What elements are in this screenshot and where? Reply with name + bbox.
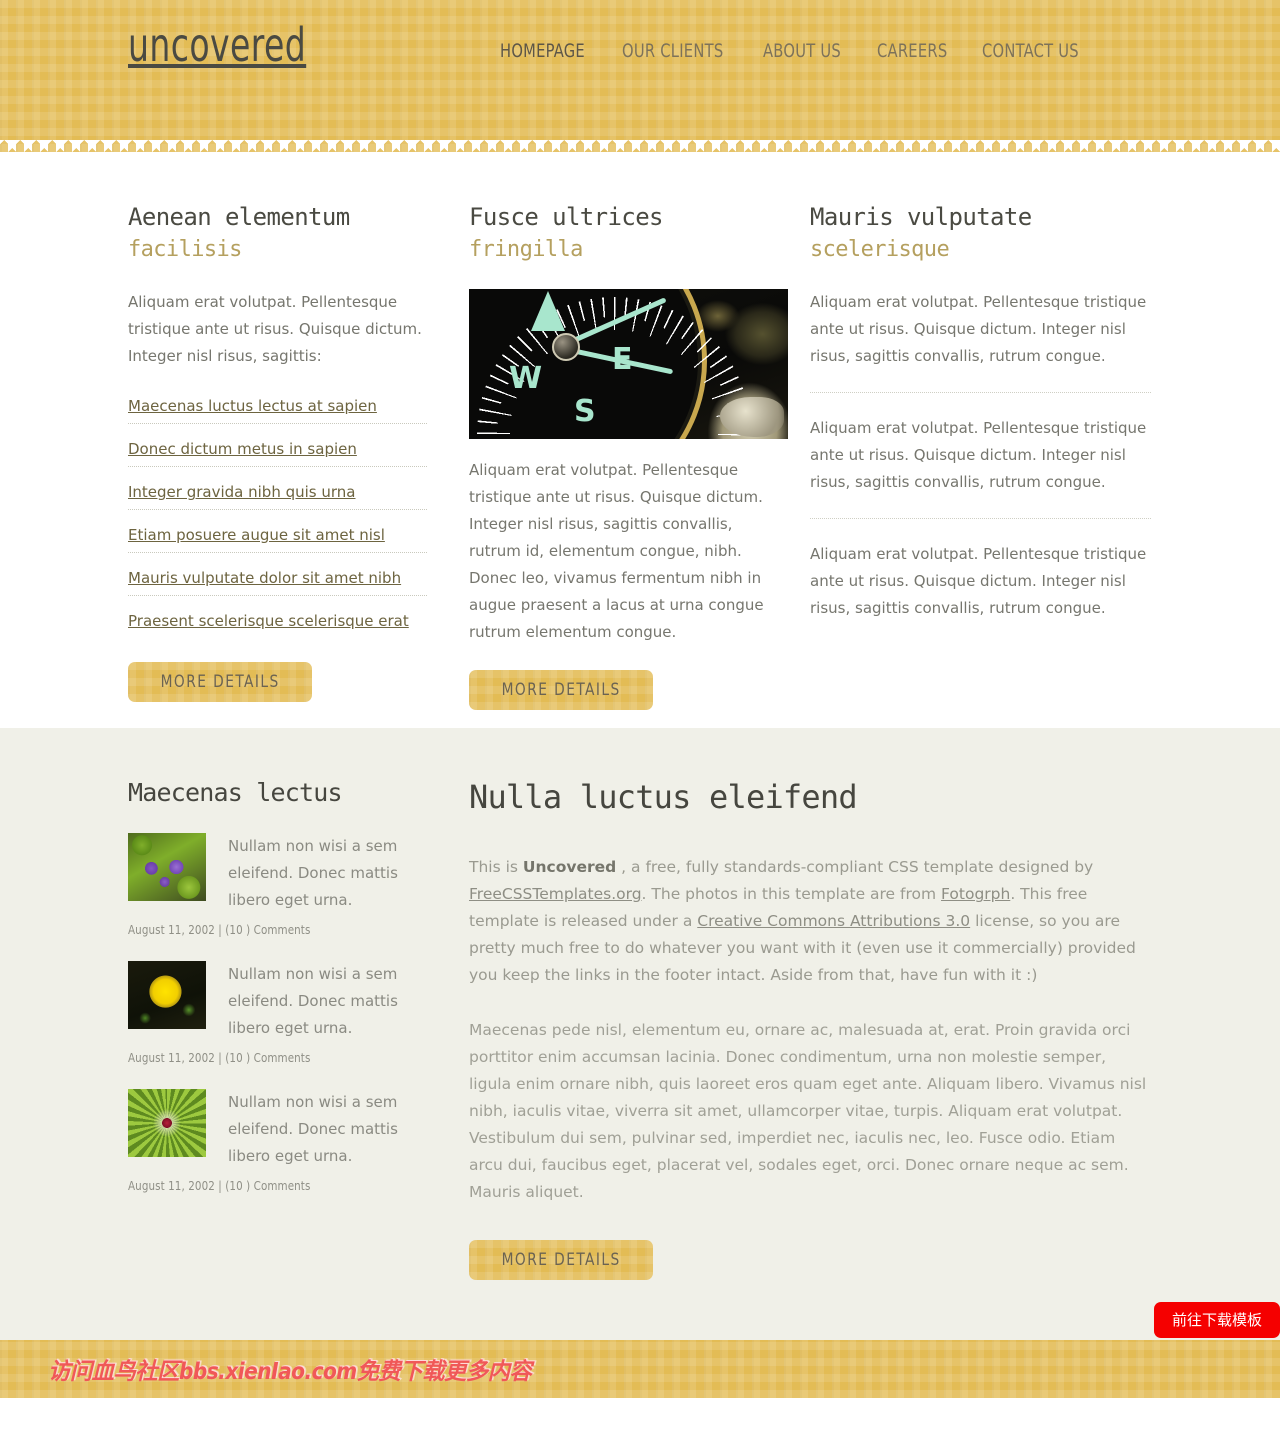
more-details-button-2[interactable]: MORE DETAILS	[469, 670, 653, 711]
nav-link-careers[interactable]: CAREERS	[877, 34, 947, 68]
column3-block: Aliquam erat volutpat. Pellentesque tris…	[810, 415, 1151, 520]
post-text: Nullam non wisi a sem eleifend. Donec ma…	[228, 965, 398, 1038]
fotogrph-link[interactable]: Fotogrph	[941, 885, 1010, 903]
list-item[interactable]: Praesent scelerisque scelerisque erat	[128, 609, 427, 638]
post-meta: August 11, 2002 | (10 ) Comments	[128, 922, 311, 938]
content-title: Nulla luctus eleifend	[469, 778, 858, 817]
column2-title: Fusce ultrices	[469, 203, 663, 231]
column1-title: Aenean elementum	[128, 203, 350, 231]
column3-text: Aliquam erat volutpat. Pellentesque tris…	[810, 419, 1147, 492]
list-item[interactable]: Integer gravida nibh quis urna	[128, 480, 427, 511]
lead-strong: Uncovered	[522, 858, 617, 877]
download-template-cta-button[interactable]: 前往下载模板	[1153, 1302, 1280, 1339]
content-paragraph: Maecenas pede nisl, elementum eu, ornare…	[469, 1021, 1147, 1202]
sidebar: Maecenas lectus Nullam non wisi a sem el…	[128, 778, 469, 1280]
compass-south-label: S	[574, 394, 596, 430]
footer-watermark-text: 访问血鸟社区bbs.xienIao.com免费下载更多内容	[48, 1359, 532, 1386]
column2-body: Aliquam erat volutpat. Pellentesque tris…	[469, 461, 764, 642]
nav-item-careers[interactable]: CAREERS	[877, 34, 959, 69]
more-details-button-3[interactable]: MORE DETAILS	[469, 1240, 653, 1281]
list-item[interactable]: Etiam posuere augue sit amet nisl	[128, 523, 427, 554]
compass-background-pebble	[720, 397, 784, 438]
zigzag-divider	[0, 140, 1280, 152]
lower-section: Maecenas lectus Nullam non wisi a sem el…	[0, 728, 1280, 1341]
content-lead: This is Uncovered , a free, fully standa…	[469, 854, 1152, 989]
list-item[interactable]: Mauris vulputate dolor sit amet nibh	[128, 566, 427, 597]
main-content: Nulla luctus eleifend This is Uncovered …	[469, 778, 1152, 1281]
nav-link-about-us[interactable]: ABOUT US	[763, 34, 841, 68]
list-item[interactable]: Maecenas luctus lectus at sapien	[128, 394, 427, 425]
column3-subtitle: scelerisque	[810, 237, 950, 263]
lead-part-2: , a free, fully standards-compliant CSS …	[616, 858, 1094, 877]
column1-intro: Aliquam erat volutpat. Pellentesque tris…	[128, 293, 422, 366]
compass-west-label: W	[509, 361, 543, 397]
column3-block: Aliquam erat volutpat. Pellentesque tris…	[810, 541, 1151, 622]
splash-column-1: Aenean elementum facilisis Aliquam erat …	[128, 200, 469, 710]
site-logo[interactable]: uncovered	[128, 22, 306, 68]
column2-subtitle: fringilla	[469, 237, 583, 263]
list-item[interactable]: Nullam non wisi a sem eleifend. Donec ma…	[128, 961, 427, 1065]
column1-heading: Aenean elementum facilisis	[128, 200, 427, 265]
main-navigation: HOMEPAGE OUR CLIENTS ABOUT US CAREERS CO…	[500, 34, 1120, 69]
site-footer: 访问血鸟社区bbs.xienIao.com免费下载更多内容	[0, 1340, 1280, 1399]
list-item[interactable]: Nullam non wisi a sem eleifend. Donec ma…	[128, 1089, 427, 1193]
sidebar-title: Maecenas lectus	[128, 778, 343, 808]
compass-north-needle-icon	[531, 291, 565, 332]
column1-link-list: Maecenas luctus lectus at sapien Donec d…	[128, 394, 427, 638]
column1-subtitle: facilisis	[128, 237, 242, 263]
nav-item-homepage[interactable]: HOMEPAGE	[500, 34, 599, 69]
list-link[interactable]: Maecenas luctus lectus at sapien	[128, 397, 377, 415]
button-label: MORE DETAILS	[160, 672, 280, 693]
splash-section: Aenean elementum facilisis Aliquam erat …	[0, 152, 1280, 711]
button-label: MORE DETAILS	[501, 680, 621, 701]
column3-text: Aliquam erat volutpat. Pellentesque tris…	[810, 293, 1147, 366]
site-header: uncovered HOMEPAGE OUR CLIENTS ABOUT US …	[0, 0, 1280, 152]
more-details-button-1[interactable]: MORE DETAILS	[128, 662, 312, 703]
nav-list: HOMEPAGE OUR CLIENTS ABOUT US CAREERS CO…	[500, 34, 1120, 69]
list-item[interactable]: Donec dictum metus in sapien	[128, 437, 427, 468]
column3-heading: Mauris vulputate scelerisque	[810, 200, 1151, 265]
button-label: MORE DETAILS	[501, 1250, 621, 1271]
splash-column-3: Mauris vulputate scelerisque Aliquam era…	[810, 200, 1151, 710]
nav-link-homepage[interactable]: HOMEPAGE	[500, 34, 585, 68]
spiky-flower-thumb	[128, 1089, 206, 1158]
list-link[interactable]: Mauris vulputate dolor sit amet nibh	[128, 569, 401, 587]
post-text: Nullam non wisi a sem eleifend. Donec ma…	[228, 1093, 398, 1166]
list-item[interactable]: Nullam non wisi a sem eleifend. Donec ma…	[128, 833, 427, 937]
marigold-flower-thumb	[128, 961, 206, 1030]
violet-flower-thumb	[128, 833, 206, 902]
column3-title: Mauris vulputate	[810, 203, 1032, 231]
nav-item-our-clients[interactable]: OUR CLIENTS	[622, 34, 740, 69]
lead-part-1: This is	[469, 858, 523, 877]
creative-commons-link[interactable]: Creative Commons Attributions 3.0	[697, 912, 970, 930]
splash-column-2: Fusce ultrices fringilla W E S Aliquam e…	[469, 200, 810, 711]
column3-text: Aliquam erat volutpat. Pellentesque tris…	[810, 545, 1147, 618]
post-meta: August 11, 2002 | (10 ) Comments	[128, 1050, 311, 1066]
post-meta: August 11, 2002 | (10 ) Comments	[128, 1178, 311, 1194]
post-text: Nullam non wisi a sem eleifend. Donec ma…	[228, 837, 398, 910]
nav-link-contact-us[interactable]: CONTACT US	[982, 34, 1079, 68]
column3-block: Aliquam erat volutpat. Pellentesque tris…	[810, 289, 1151, 394]
compass-east-label: E	[612, 342, 633, 378]
list-link[interactable]: Donec dictum metus in sapien	[128, 440, 357, 458]
list-link[interactable]: Etiam posuere augue sit amet nisl	[128, 526, 385, 544]
nav-item-about-us[interactable]: ABOUT US	[763, 34, 854, 69]
list-link[interactable]: Integer gravida nibh quis urna	[128, 483, 356, 501]
freecsstemplates-link[interactable]: FreeCSSTemplates.org	[469, 885, 642, 903]
nav-link-our-clients[interactable]: OUR CLIENTS	[622, 34, 723, 68]
compass-photo: W E S	[469, 289, 788, 440]
column2-heading: Fusce ultrices fringilla	[469, 200, 768, 265]
list-link[interactable]: Praesent scelerisque scelerisque erat	[128, 612, 409, 630]
lead-part-3: . The photos in this template are from	[641, 885, 942, 904]
nav-item-contact-us[interactable]: CONTACT US	[982, 34, 1095, 69]
